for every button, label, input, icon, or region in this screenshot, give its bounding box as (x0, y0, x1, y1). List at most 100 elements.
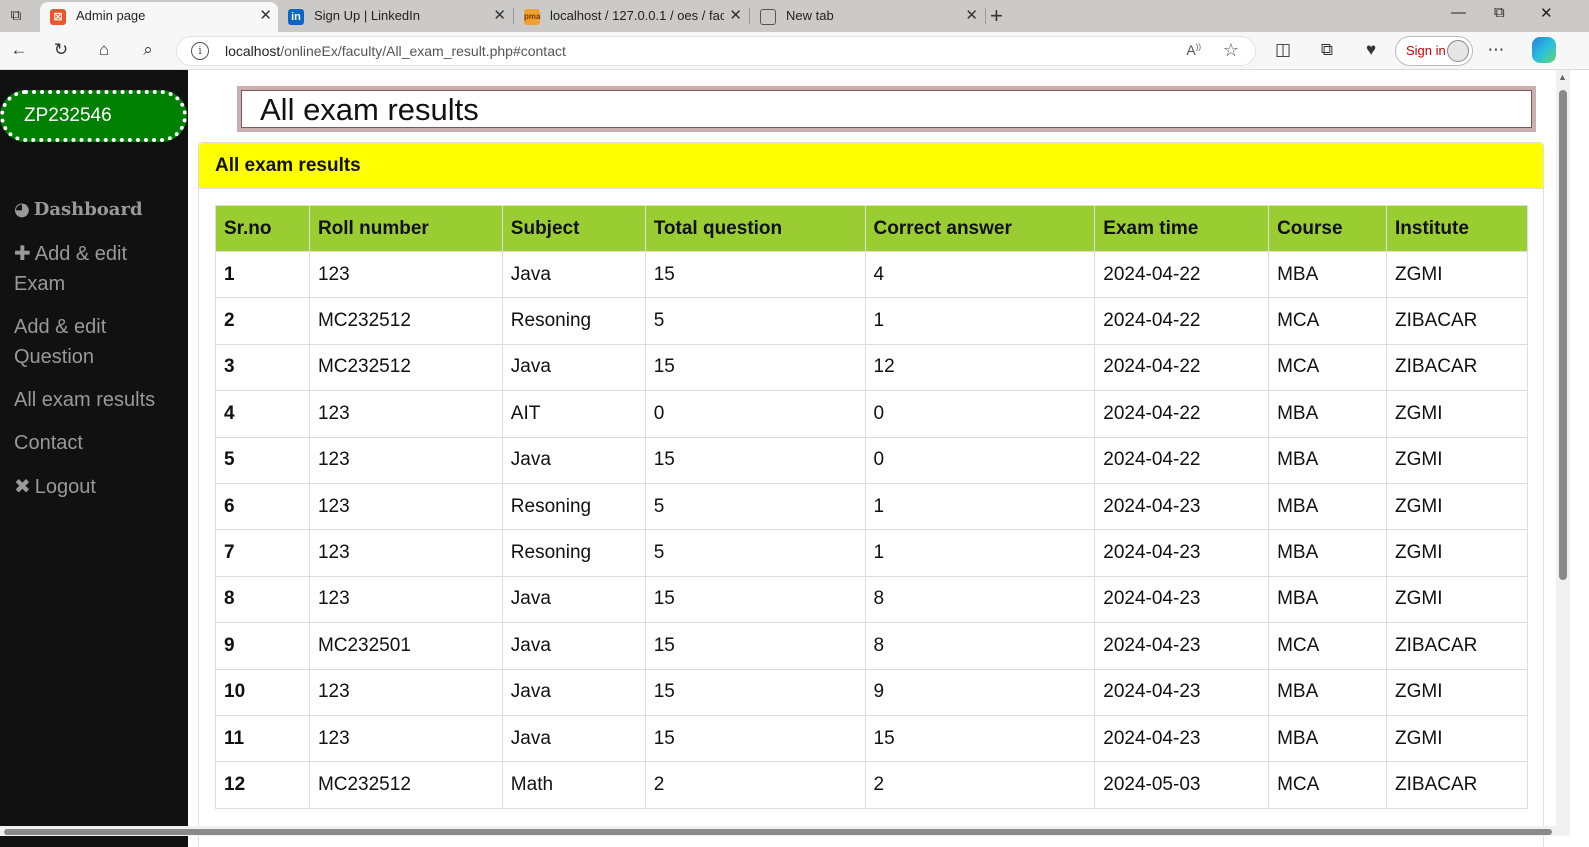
column-header: Total question (644, 205, 866, 252)
tab-strip: ⧉ ⊠ Admin page ✕ in Sign Up | LinkedIn ✕… (0, 0, 1589, 32)
back-icon[interactable]: ← (8, 39, 30, 61)
tab-actions-icon[interactable]: ⧉ (6, 6, 26, 26)
tab-new-tab[interactable]: New tab ✕ (750, 2, 984, 32)
table-row: 4 123 AIT 0 0 2024-04-22 MBA ZGMI (215, 390, 1528, 438)
table-cell: 123 (308, 714, 503, 763)
table-cell: MC232512 (308, 297, 503, 345)
table-cell: ZGMI (1386, 250, 1528, 299)
sidebar-item-contact[interactable]: Contact (14, 428, 83, 458)
tab-linkedin[interactable]: in Sign Up | LinkedIn ✕ (278, 2, 512, 32)
table-cell: 5 (644, 529, 866, 577)
table-cell: 123 (308, 668, 503, 716)
collections-icon[interactable]: ⧉ (1316, 39, 1338, 61)
page-viewport: ZP232546 ◕ Dashboard ✚ Add & edit Exam Add… (0, 70, 1589, 847)
sidebar-item-add-edit-exam[interactable]: ✚ Add & edit Exam (14, 239, 127, 299)
table-cell: Resoning (501, 297, 646, 345)
horizontal-scroll-thumb[interactable] (4, 829, 1552, 835)
table-cell: 1 (864, 482, 1096, 531)
table-cell: MC232512 (308, 343, 503, 392)
table-cell: MC232501 (308, 622, 503, 670)
vertical-scroll-thumb[interactable] (1559, 90, 1567, 580)
table-cell: 2024-04-22 (1094, 343, 1270, 392)
sidebar-item-all-exam-results[interactable]: All exam results (14, 385, 155, 415)
tab-phpmyadmin[interactable]: pma localhost / 127.0.0.1 / oes / facul … (514, 2, 748, 32)
table-cell: 4 (864, 250, 1096, 299)
table-cell: ZIBACAR (1386, 761, 1528, 809)
close-tab-icon[interactable]: ✕ (965, 2, 978, 30)
close-tab-icon[interactable]: ✕ (259, 2, 272, 30)
table-cell: MBA (1268, 529, 1388, 577)
table-cell: 15 (644, 343, 866, 392)
split-screen-icon[interactable]: ◫ (1272, 39, 1294, 61)
table-cell: MCA (1268, 343, 1388, 392)
sidebar-item-label: Dashboard (33, 199, 143, 220)
phpmyadmin-icon: pma (524, 9, 540, 25)
refresh-icon[interactable]: ↻ (50, 39, 72, 61)
minimize-icon[interactable]: — (1451, 4, 1466, 21)
table-cell: Java (501, 250, 646, 299)
search-icon[interactable]: ⌕ (137, 39, 159, 61)
tab-title: Sign Up | LinkedIn (314, 8, 420, 23)
table-cell: 2024-04-23 (1094, 482, 1270, 531)
table-cell: Resoning (501, 482, 646, 531)
table-cell: ZGMI (1386, 482, 1528, 531)
site-info-icon[interactable]: i (191, 42, 209, 60)
sidebar-item-label: Logout (34, 476, 96, 498)
browser-toolbar: ← ↻ ⌂ ⌕ i localhost/onlineEx/faculty/All… (0, 32, 1589, 70)
table-cell: 8 (864, 575, 1096, 624)
read-aloud-icon[interactable]: A)) (1186, 42, 1201, 58)
table-cell: 2024-04-22 (1094, 436, 1270, 484)
table-row: 11 123 Java 15 15 2024-04-23 MBA ZGMI (215, 714, 1528, 763)
tab-admin-page[interactable]: ⊠ Admin page ✕ (40, 2, 278, 32)
column-header: Sr.no (215, 205, 310, 252)
address-bar[interactable]: i localhost/onlineEx/faculty/All_exam_re… (176, 36, 1256, 66)
sign-in-button[interactable]: Sign in (1395, 36, 1473, 66)
table-cell: 15 (644, 250, 866, 299)
table-cell: ZGMI (1386, 529, 1528, 577)
table-cell: 2024-04-22 (1094, 390, 1270, 438)
table-cell: 5 (215, 436, 310, 484)
restore-icon[interactable]: ⧉ (1494, 4, 1505, 21)
favorite-star-icon[interactable]: ☆ (1223, 40, 1239, 61)
copilot-icon[interactable] (1532, 37, 1556, 63)
url-host: localhost (225, 43, 281, 59)
panel-header: All exam results (199, 143, 1543, 189)
table-cell: 8 (864, 622, 1096, 670)
more-options-icon[interactable]: ⋯ (1485, 39, 1507, 61)
table-cell: 12 (215, 761, 310, 809)
panel-title: All exam results (215, 155, 361, 176)
horizontal-scrollbar[interactable] (0, 826, 1570, 836)
sidebar-item-logout[interactable]: ✖ Logout (14, 472, 96, 502)
tab-separator (985, 8, 986, 24)
close-tab-icon[interactable]: ✕ (729, 2, 742, 30)
user-id-badge: ZP232546 (0, 90, 187, 142)
new-tab-button[interactable]: + (990, 2, 1003, 30)
home-icon[interactable]: ⌂ (93, 39, 115, 61)
table-cell: 0 (644, 390, 866, 438)
sidebar-item-dashboard[interactable]: ◕ Dashboard (14, 195, 143, 225)
close-tab-icon[interactable]: ✕ (493, 2, 506, 30)
tab-title: localhost / 127.0.0.1 / oes / facul (550, 8, 724, 23)
table-cell: 15 (644, 714, 866, 763)
table-cell: ZGMI (1386, 436, 1528, 484)
table-cell: 15 (644, 436, 866, 484)
vertical-scrollbar[interactable]: ▲ (1556, 70, 1570, 832)
table-cell: 2024-04-23 (1094, 529, 1270, 577)
scroll-up-icon[interactable]: ▲ (1558, 72, 1567, 82)
table-cell: Resoning (501, 529, 646, 577)
sidebar-item-label: Add & edit (34, 243, 128, 265)
table-cell: ZGMI (1386, 714, 1528, 763)
table-cell: 2024-04-22 (1094, 250, 1270, 299)
sidebar-item-add-edit-question[interactable]: Add & edit Question (14, 312, 106, 372)
tab-title: New tab (786, 8, 834, 23)
table-cell: 11 (215, 714, 310, 763)
table-cell: Java (501, 668, 646, 716)
table-cell: 15 (644, 668, 866, 716)
table-cell: 1 (864, 529, 1096, 577)
table-cell: 2024-04-22 (1094, 297, 1270, 345)
url-path: /onlineEx/faculty/All_exam_result.php#co… (280, 43, 566, 59)
table-cell: 12 (864, 343, 1096, 392)
extensions-icon[interactable]: ♥ (1360, 39, 1382, 61)
close-window-icon[interactable]: ✕ (1540, 4, 1553, 22)
table-cell: 3 (215, 343, 310, 392)
